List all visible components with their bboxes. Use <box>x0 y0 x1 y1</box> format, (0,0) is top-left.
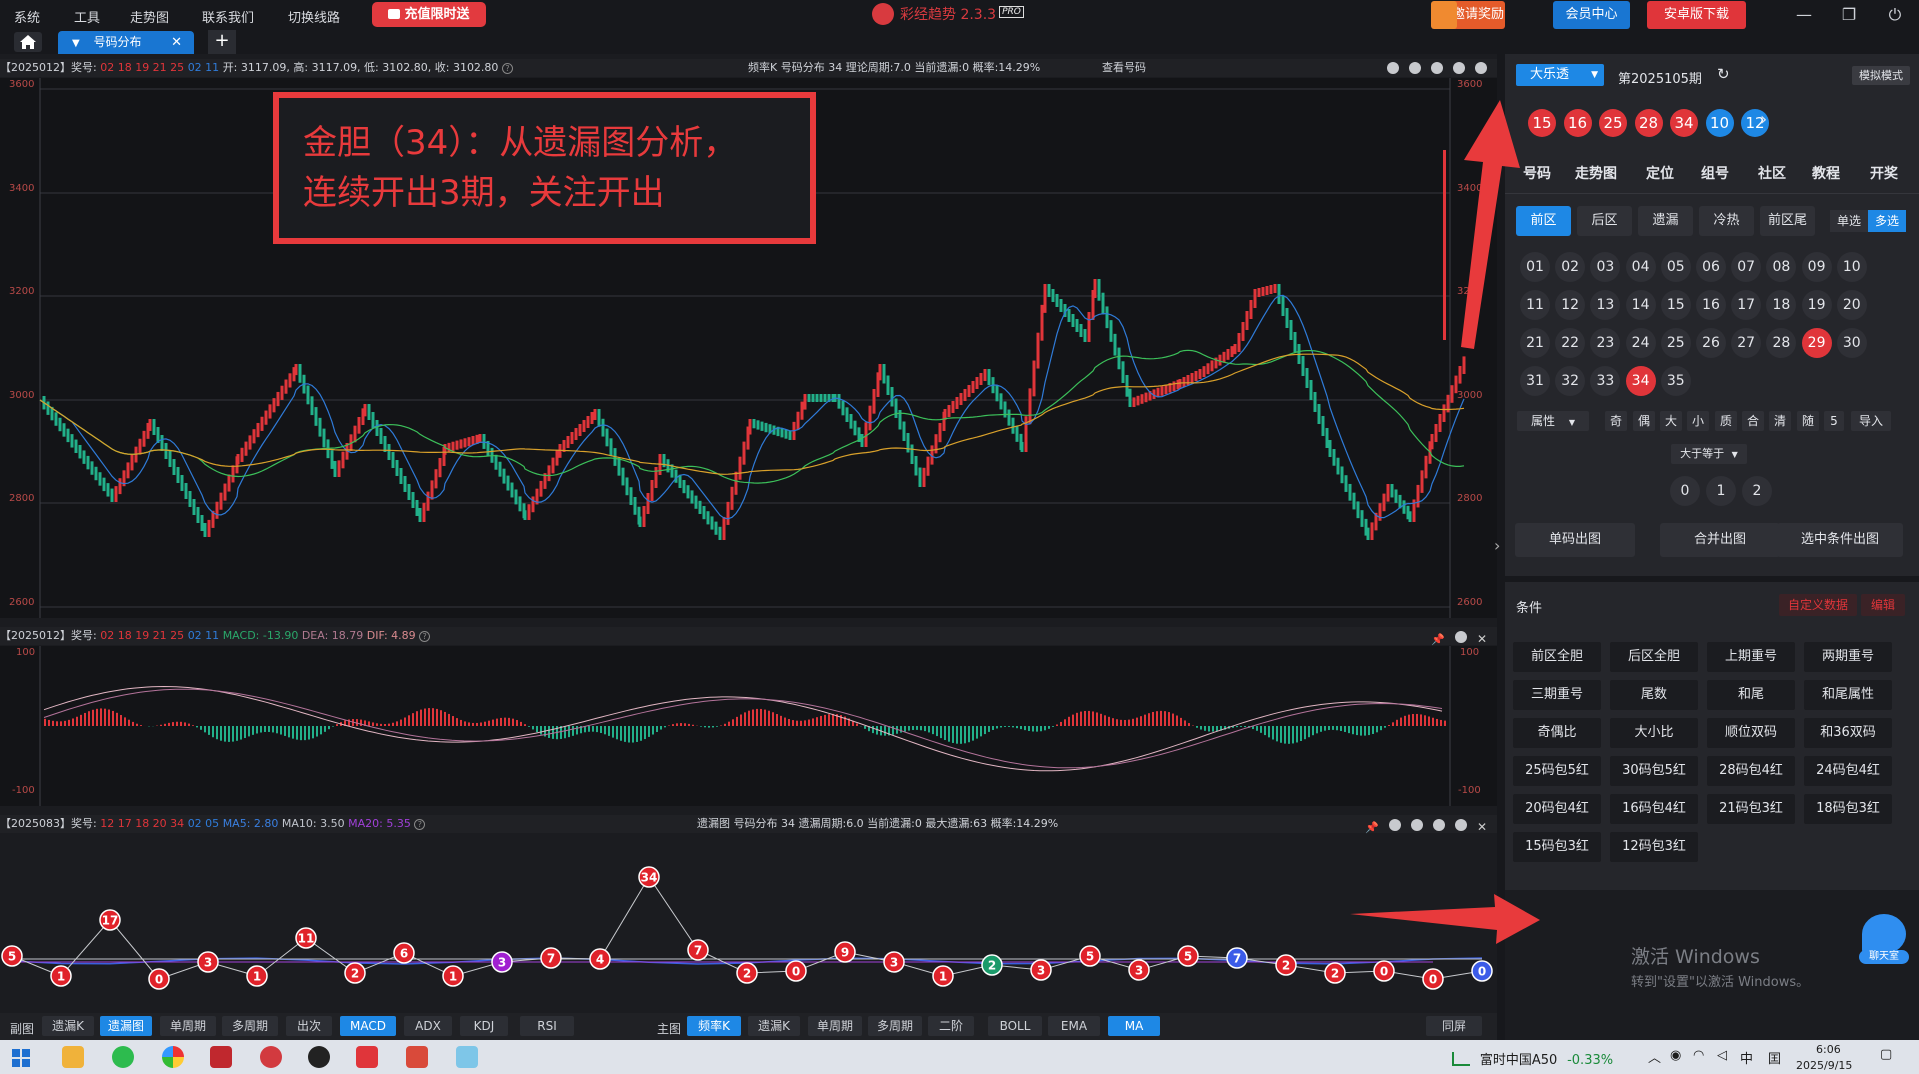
windows-start-icon[interactable] <box>12 1049 30 1067</box>
wifi-icon[interactable]: ◠ <box>1693 1048 1704 1063</box>
stock-change: -0.33% <box>1567 1053 1614 1068</box>
lottery-app-icon[interactable] <box>260 1046 282 1068</box>
browser-icon[interactable] <box>162 1046 184 1068</box>
annotation-arrow-up <box>1461 100 1520 349</box>
qq-icon[interactable] <box>308 1046 330 1068</box>
windows-taskbar: 富时中国A50 -0.33% ︿ ◉ ◠ ◁ 中 囯 6:06 2025/9/1… <box>0 1040 1919 1074</box>
stock-widget[interactable]: 富时中国A50 -0.33% <box>1452 1049 1613 1068</box>
file-explorer-icon[interactable] <box>62 1046 84 1068</box>
app-icon[interactable] <box>210 1046 232 1068</box>
wps-icon[interactable] <box>356 1046 378 1068</box>
notification-icon[interactable]: ▢ <box>1880 1047 1892 1062</box>
tray-app-icon[interactable]: ◉ <box>1670 1048 1681 1063</box>
ime-label[interactable]: 中 <box>1740 1048 1753 1067</box>
stock-chart-icon <box>1452 1052 1470 1066</box>
ime-mode-label[interactable]: 囯 <box>1768 1048 1781 1067</box>
office-icon[interactable] <box>406 1046 428 1068</box>
speaker-icon[interactable]: ◁ <box>1717 1048 1727 1063</box>
annotation-arrows <box>1350 100 1540 944</box>
notes-icon[interactable] <box>456 1046 478 1068</box>
wechat-icon[interactable] <box>112 1046 134 1068</box>
stock-name: 富时中国A50 <box>1479 1053 1558 1068</box>
clock-time[interactable]: 6:06 <box>1816 1043 1841 1056</box>
clock-date[interactable]: 2025/9/15 <box>1796 1059 1852 1072</box>
annotation-arrow-left <box>1350 894 1540 944</box>
tray-up-icon[interactable]: ︿ <box>1648 1047 1661 1066</box>
